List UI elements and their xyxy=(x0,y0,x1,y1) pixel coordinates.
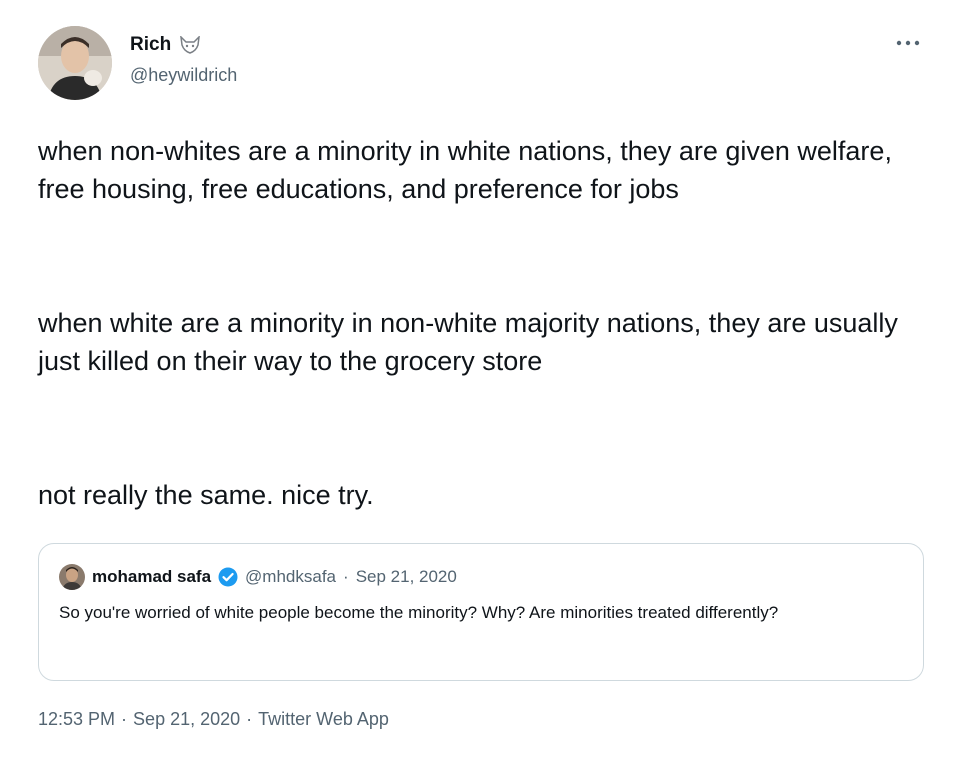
quoted-tweet[interactable]: mohamad safa @mhdksafa · Sep 21, 2020 So… xyxy=(38,543,924,681)
quoted-tweet-date[interactable]: Sep 21, 2020 xyxy=(356,567,457,587)
person-avatar-icon xyxy=(38,26,112,100)
quoted-tweet-header: mohamad safa @mhdksafa · Sep 21, 2020 xyxy=(59,564,457,590)
ellipsis-icon[interactable] xyxy=(894,36,922,50)
tweet-date[interactable]: Sep 21, 2020 xyxy=(133,709,240,730)
quoted-author-handle[interactable]: @mhdksafa xyxy=(245,567,336,587)
separator-dot: · xyxy=(343,567,349,586)
separator-dot: · xyxy=(121,709,128,729)
tweet-text: when non-whites are a minority in white … xyxy=(38,132,918,514)
quoted-author-avatar[interactable] xyxy=(59,564,85,590)
author-display-name[interactable]: Rich xyxy=(130,34,171,56)
tweet-paragraph: when non-whites are a minority in white … xyxy=(38,136,892,204)
verified-badge-icon xyxy=(218,567,238,587)
author-handle[interactable]: @heywildrich xyxy=(130,65,237,86)
tweet-paragraph: not really the same. nice try. xyxy=(38,480,374,510)
tweet-time[interactable]: 12:53 PM xyxy=(38,709,115,730)
separator-dot: · xyxy=(246,709,253,729)
tweet-source[interactable]: Twitter Web App xyxy=(258,709,389,730)
tweet-paragraph: when white are a minority in non-white m… xyxy=(38,308,898,376)
tweet-card: Rich @heywildrich when non-whites are a … xyxy=(0,0,968,758)
author-avatar[interactable] xyxy=(38,26,112,100)
author-name-row[interactable]: Rich xyxy=(130,34,201,56)
tweet-meta: 12:53 PM · Sep 21, 2020 · Twitter Web Ap… xyxy=(38,709,389,730)
person-avatar-icon xyxy=(59,564,85,590)
author-info: Rich @heywildrich xyxy=(130,34,237,86)
wolf-icon xyxy=(179,34,201,54)
quoted-author-name[interactable]: mohamad safa xyxy=(92,567,211,587)
quoted-tweet-text: So you're worried of white people become… xyxy=(59,603,779,622)
